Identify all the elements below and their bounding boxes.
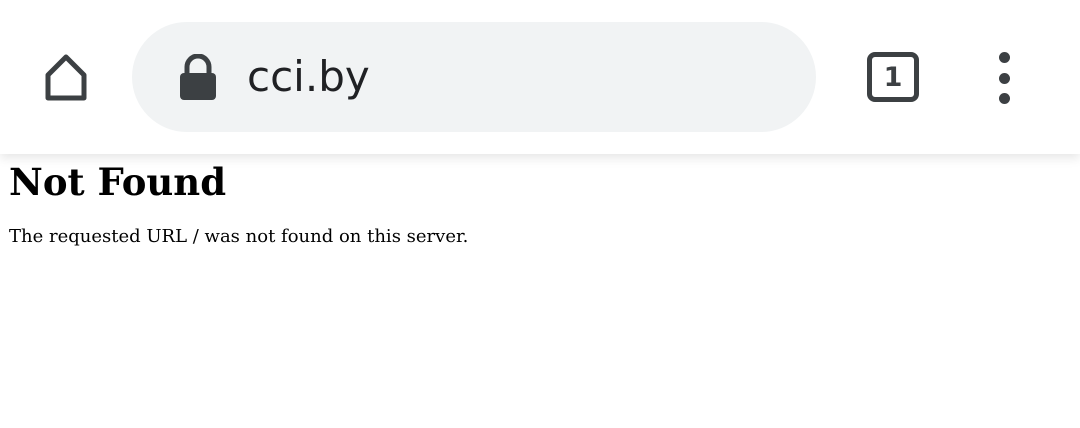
more-vertical-icon [998, 52, 1010, 63]
tab-count: 1 [883, 61, 903, 93]
menu-dot [998, 93, 1010, 104]
address-bar[interactable]: cci.by [132, 22, 816, 132]
lock-icon [180, 54, 216, 100]
browser-toolbar: cci.by 1 [0, 0, 1080, 154]
more-menu-button[interactable] [982, 48, 1026, 108]
page-content: Not Found The requested URL / was not fo… [9, 154, 1069, 250]
page-heading: Not Found [9, 160, 227, 204]
url-text: cci.by [247, 52, 370, 101]
error-message: The requested URL / was not found on thi… [9, 226, 469, 247]
tab-switcher-button[interactable]: 1 [867, 52, 919, 102]
menu-dot [998, 72, 1010, 84]
home-icon [45, 54, 87, 101]
home-button[interactable] [30, 42, 102, 114]
